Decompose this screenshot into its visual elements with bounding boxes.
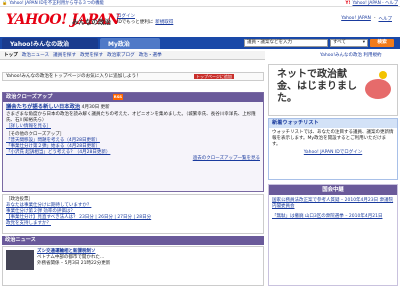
closeup-date: 4月30日 更新 [81,105,110,110]
closeup-headline-row: 議会たちが語る新しい日本政治 4月30日 更新 [6,104,260,111]
security-icon: 🔒 [2,0,8,6]
top-right: Y! Yahoo! JAPAN - ヘルプ [345,0,398,7]
subnav-blog[interactable]: 政治家ブログ [107,52,135,58]
subnav-election[interactable]: 政治・選挙 [139,52,162,58]
search-scope-select[interactable]: すべて ▾ [330,39,368,47]
watchlist-login-link[interactable]: Yahoo! JAPAN IDでログイン [272,150,394,156]
closeup-title: 政治クローズアップ [6,94,53,100]
terms-link[interactable]: Yahoo!みんなの政治 利用規約 [320,52,381,58]
news-title: 政治ニュース [5,237,36,243]
closeup-header: 政治クローズアップ RSS [3,93,263,102]
diet-broadcast-box: 国会中継 国家公務員法改正案で参考人質疑 – 2010年4月23日 衆議院内閣委… [268,184,398,286]
piggy-bank-icon [365,79,391,99]
tab-minna-no-seiji[interactable]: Yahoo!みんなの政治 [2,38,98,49]
coin-icon [379,71,387,79]
tab-my-seiji[interactable]: My政治 [100,38,160,49]
top-notice[interactable]: 🔒 Yahoo! JAPAN IDを不正利用から守る３つの機能 [2,0,104,7]
login-sub: IDでもっと便利に [117,20,154,25]
closeup-box: 政治クローズアップ RSS 議会たちが語る新しい日本政治 4月30日 更新 さま… [2,92,264,192]
poll-item[interactable]: 政党を支持しますか？ [6,221,260,227]
closeup-body: さまざまな角度から日本の政治を読み解く議員たちの考えた、オピニオンを集めました。… [6,112,256,123]
yahoo-mini-logo: Y! [345,0,351,6]
login-area: ログイン IDでもっと便利に 新規取得 [117,14,173,26]
watchlist-box: 新着ウォッチリスト ウォッチリストでは、あなたの注目する議員、議案の更新情報を表… [268,118,398,180]
subnav-find-member[interactable]: 議員を探す [53,52,76,58]
poll-box: ［政治投票］ あなたは事業仕分けに期待していますか？ 事業仕分け第２弾 効率の評… [2,194,264,234]
news-thumbnail[interactable] [6,250,34,270]
sub-nav: トップ 政治ニュース 議員を探す 政党を探す 政治家ブログ 政治・選挙 [0,51,265,60]
watchlist-body: ウォッチリストでは、あなたの注目する議員、議案の更新情報を表示します。My政治を… [272,130,394,147]
closeup-headline[interactable]: 議会たちが語る新しい日本政治 [6,104,80,110]
top-notice-text[interactable]: Yahoo! JAPAN IDを不正利用から守る３つの機能 [9,0,103,6]
header: YAHOO! JAPAN みんなの政治 ログイン IDでもっと便利に 新規取得 … [0,8,400,34]
rss-icon[interactable]: RSS [112,94,123,100]
news-box: ズシ交通運輸相と新課税制ソ ベトナム中部の都市で開かれた… 外務省関係 – 5月… [2,246,264,286]
donation-ad[interactable]: ネットで政治献金、はじまりました。 [268,64,398,116]
subnav-find-party[interactable]: 政党を探す [80,52,103,58]
top-help-link[interactable]: Yahoo! JAPAN - ヘルプ [352,0,398,6]
top-bar: 🔒 Yahoo! JAPAN IDを不正利用から守る３つの機能 Y! Yahoo… [0,0,400,7]
subnav-news[interactable]: 政治ニュース [22,52,49,58]
help-link[interactable]: ヘルプ [379,16,393,22]
diet-title: 国会中継 [269,185,397,195]
watchlist-title: 新着ウォッチリスト [269,119,397,128]
diet-item[interactable]: 「無駄」は撤廃 山口3区の衆院選挙 – 2010年4月21日 [272,214,394,220]
add-to-top-button[interactable]: トップページに追加 [194,74,234,79]
yahoo-japan-link[interactable]: Yahoo! JAPAN [341,16,371,22]
search-scope-value: すべて [333,40,347,45]
diet-item[interactable]: 国家公務員法改正案で参考人質疑 – 2010年4月23日 衆議院内閣委員会 [272,198,394,210]
closeup-list-link[interactable]: 過去のクローズアップ一覧を見る [6,156,260,162]
closeup-more-link[interactable]: ［詳しい情報を見る］ [6,124,260,130]
header-links: Yahoo! JAPAN - ヘルプ [341,16,392,22]
search-input[interactable]: 議員・議案などを入力 [244,39,328,47]
search-button[interactable]: 検索 [370,39,394,47]
news-meta: 外務省関係 – 5月3日 21時22分更新 [37,261,111,266]
chevron-down-icon: ▾ [362,40,365,45]
site-name: みんなの政治 [72,18,111,26]
ad-headline: ネットで政治献金、はじまりました。 [277,69,357,104]
register-link[interactable]: 新規取得 [155,20,173,26]
favorite-notice-text: Yahoo!みんなの政治をトップページのお気に入りに追加しよう！ [6,74,141,79]
news-header: 政治ニュース [2,236,264,245]
subnav-top[interactable]: トップ [4,52,18,58]
